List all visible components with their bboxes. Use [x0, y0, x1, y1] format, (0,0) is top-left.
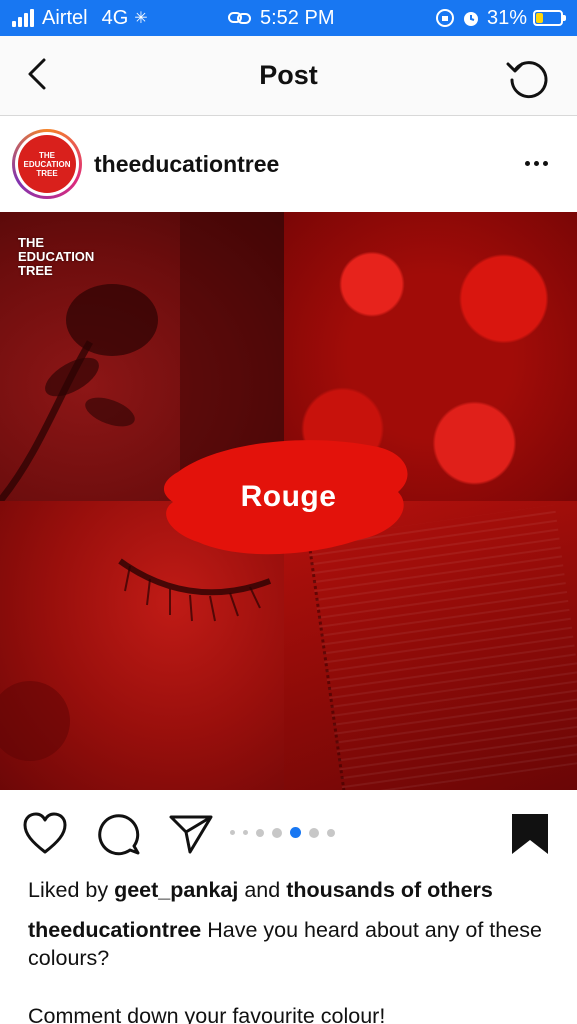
signal-icon	[12, 9, 34, 27]
more-options-icon[interactable]	[521, 151, 551, 175]
refresh-icon[interactable]	[503, 52, 553, 102]
carousel-dot	[243, 830, 248, 835]
bookmark-icon[interactable]	[508, 812, 552, 856]
status-left: Airtel 4G ✳	[12, 0, 148, 36]
carousel-dot	[272, 827, 282, 838]
battery-fill	[536, 13, 544, 23]
orientation-lock-icon	[435, 9, 454, 27]
share-icon[interactable]	[168, 812, 214, 856]
carousel-indicator	[230, 827, 335, 838]
avatar[interactable]: THE EDUCATION TREE	[12, 129, 82, 199]
post-image[interactable]: THE EDUCATION TREE Rouge	[0, 212, 577, 790]
post-username[interactable]: theeducationtree	[94, 151, 279, 178]
carousel-dot-active	[290, 827, 301, 838]
likes-line: Liked by geet_pankaj and thousands of ot…	[28, 878, 493, 902]
battery-percent: 31%	[486, 6, 527, 29]
caption-author[interactable]: theeducationtree	[28, 918, 201, 942]
caption-second-line: Comment down your favourite colour!	[28, 1004, 386, 1024]
battery-icon	[533, 10, 566, 26]
watermark-logo: THE EDUCATION TREE	[18, 235, 95, 278]
liked-by-user-link[interactable]: geet_pankaj	[114, 878, 238, 902]
status-bar: Airtel 4G ✳ 5:52 PM 31%	[0, 0, 577, 36]
status-right: 31%	[435, 0, 566, 36]
avatar-logo: THE EDUCATION TREE	[18, 135, 76, 193]
carousel-dot	[230, 830, 235, 835]
carousel-dot	[309, 827, 319, 838]
network-label: 4G	[101, 6, 129, 29]
image-title: Rouge	[240, 480, 337, 513]
carousel-dot	[327, 828, 335, 837]
caption-text: theeducationtree Have you heard about an…	[28, 916, 558, 972]
loading-icon: ✳	[134, 10, 148, 27]
alarm-icon	[463, 12, 478, 26]
comment-icon[interactable]	[96, 812, 142, 856]
link-icon	[228, 12, 251, 24]
clock: 5:52 PM	[260, 6, 335, 29]
liked-by-others-link[interactable]: thousands of others	[286, 878, 493, 902]
carousel-dot	[256, 828, 264, 837]
carrier-label: Airtel	[42, 6, 88, 29]
post-header: THE EDUCATION TREE theeducationtree	[0, 117, 577, 212]
heart-icon[interactable]	[22, 812, 68, 856]
page-title: Post	[259, 60, 318, 90]
action-bar	[0, 790, 577, 876]
status-center: 5:52 PM	[228, 0, 334, 36]
nav-bar: Post	[0, 36, 577, 116]
